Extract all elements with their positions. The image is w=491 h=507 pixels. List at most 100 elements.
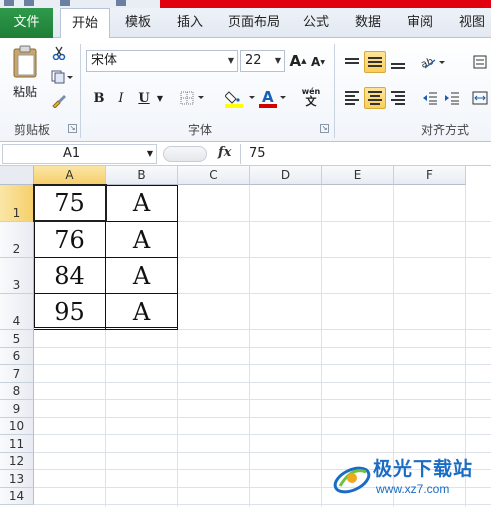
paint-bucket-icon bbox=[225, 91, 255, 108]
align-bottom-button[interactable] bbox=[388, 52, 408, 72]
borders-button[interactable] bbox=[178, 88, 208, 108]
column-header-f[interactable]: F bbox=[394, 166, 466, 185]
cell-b3[interactable]: A bbox=[106, 258, 178, 294]
tab-template[interactable]: 模板 bbox=[118, 8, 158, 38]
align-top-button[interactable] bbox=[342, 52, 362, 72]
column-header-b[interactable]: B bbox=[106, 166, 178, 185]
ribbon-home: 粘贴 剪贴板 ↘ 宋体 ▼ 22 ▼ A ▲ A ▼ B I U ▼ A wén… bbox=[0, 38, 491, 142]
align-center-button[interactable] bbox=[364, 87, 386, 109]
row-header-4[interactable]: 4 bbox=[0, 294, 34, 330]
font-group-label: 字体 bbox=[187, 123, 212, 137]
tab-view[interactable]: 视图 bbox=[452, 8, 491, 38]
cell-a4[interactable]: 95 bbox=[34, 294, 106, 330]
chevron-down-icon: ▼ bbox=[274, 56, 281, 65]
phonetic-button[interactable]: wén 文 bbox=[296, 84, 326, 110]
column-header-d[interactable]: D bbox=[250, 166, 322, 185]
watermark-title: 极光下载站 bbox=[373, 458, 474, 480]
cell-b4[interactable]: A bbox=[106, 294, 178, 330]
row-header-1[interactable]: 1 bbox=[0, 185, 34, 222]
row-gridline bbox=[34, 364, 491, 365]
row-header-2[interactable]: 2 bbox=[0, 222, 34, 258]
column-header-e[interactable]: E bbox=[322, 166, 394, 185]
align-left-button[interactable] bbox=[342, 88, 362, 108]
name-box[interactable]: A1 ▼ bbox=[2, 144, 157, 164]
paste-button[interactable]: 粘贴 bbox=[8, 42, 42, 102]
title-bar bbox=[0, 0, 491, 8]
row-header-6[interactable]: 6 bbox=[0, 348, 34, 365]
alignment-group-label: 对齐方式 bbox=[420, 123, 469, 137]
column-header-a[interactable]: A bbox=[34, 166, 106, 185]
fill-color-button[interactable] bbox=[224, 86, 258, 110]
formula-bar-splitter[interactable] bbox=[163, 146, 207, 162]
merge-center-button[interactable] bbox=[470, 88, 490, 108]
align-center-icon bbox=[368, 91, 382, 105]
cell-a3[interactable]: 84 bbox=[34, 258, 106, 294]
customize-icon[interactable] bbox=[116, 0, 126, 6]
clipboard-launcher-icon[interactable]: ↘ bbox=[68, 124, 77, 133]
row-header-3[interactable]: 3 bbox=[0, 258, 34, 294]
bold-button[interactable]: B bbox=[90, 88, 108, 108]
row-header-12[interactable]: 12 bbox=[0, 453, 34, 470]
align-middle-button[interactable] bbox=[364, 51, 386, 73]
indent-icon bbox=[445, 92, 459, 105]
align-right-button[interactable] bbox=[388, 88, 408, 108]
column-gridline bbox=[249, 185, 250, 507]
name-box-value: A1 bbox=[63, 146, 81, 161]
font-color-button[interactable]: A bbox=[258, 86, 288, 110]
align-right-icon bbox=[391, 91, 405, 105]
phonetic-char: 文 bbox=[305, 95, 317, 108]
row-header-11[interactable]: 11 bbox=[0, 435, 34, 453]
wrap-text-button[interactable] bbox=[470, 52, 490, 72]
align-left-icon bbox=[345, 91, 359, 105]
row-header-10[interactable]: 10 bbox=[0, 418, 34, 435]
copy-icon bbox=[51, 70, 73, 84]
watermark: 极光下载站 www.xz7.com bbox=[330, 452, 491, 504]
svg-text:A: A bbox=[262, 88, 274, 106]
grow-font-button[interactable]: A ▲ bbox=[289, 50, 307, 72]
chevron-down-icon: ▼ bbox=[227, 56, 234, 65]
redo-icon[interactable] bbox=[60, 0, 70, 6]
orientation-button[interactable]: ab bbox=[420, 52, 448, 72]
underline-button[interactable]: U bbox=[134, 88, 154, 108]
tab-home[interactable]: 开始 bbox=[60, 8, 110, 39]
row-header-9[interactable]: 9 bbox=[0, 400, 34, 418]
watermark-url: www.xz7.com bbox=[376, 482, 450, 496]
row-header-5[interactable]: 5 bbox=[0, 330, 34, 348]
cell-a2[interactable]: 76 bbox=[34, 222, 106, 258]
wrap-text-icon bbox=[473, 55, 487, 69]
row-header-7[interactable]: 7 bbox=[0, 365, 34, 383]
row-header-14[interactable]: 14 bbox=[0, 488, 34, 505]
formula-input[interactable]: 75 bbox=[240, 144, 491, 164]
column-header-c[interactable]: C bbox=[178, 166, 250, 185]
format-painter-button[interactable] bbox=[48, 92, 70, 110]
tab-file[interactable]: 文件 bbox=[0, 8, 53, 38]
copy-button[interactable] bbox=[48, 68, 76, 86]
font-color-icon: A bbox=[259, 88, 286, 108]
cell-b1[interactable]: A bbox=[106, 185, 178, 222]
select-all-button[interactable] bbox=[0, 166, 34, 185]
tab-formulas[interactable]: 公式 bbox=[296, 8, 336, 38]
increase-indent-button[interactable] bbox=[442, 88, 462, 108]
chevron-down-icon: ▼ bbox=[146, 149, 153, 158]
shrink-font-button[interactable]: A ▼ bbox=[309, 52, 327, 72]
cell-b2[interactable]: A bbox=[106, 222, 178, 258]
clipboard-icon bbox=[13, 45, 37, 77]
underline-dropdown-icon[interactable]: ▼ bbox=[155, 88, 165, 108]
font-size-select[interactable]: 22 ▼ bbox=[240, 50, 285, 72]
tab-data[interactable]: 数据 bbox=[348, 8, 388, 38]
save-icon[interactable] bbox=[4, 0, 14, 6]
tab-page-layout[interactable]: 页面布局 bbox=[222, 8, 286, 38]
group-separator bbox=[80, 44, 81, 138]
insert-function-button[interactable]: fx bbox=[218, 145, 231, 160]
font-launcher-icon[interactable]: ↘ bbox=[320, 124, 329, 133]
decrease-indent-button[interactable] bbox=[420, 88, 440, 108]
tab-insert[interactable]: 插入 bbox=[170, 8, 210, 38]
tab-review[interactable]: 审阅 bbox=[400, 8, 440, 38]
font-name-select[interactable]: 宋体 ▼ bbox=[86, 50, 238, 72]
align-bottom-icon bbox=[391, 63, 405, 69]
cut-button[interactable] bbox=[48, 44, 70, 62]
italic-button[interactable]: I bbox=[112, 88, 130, 108]
row-header-8[interactable]: 8 bbox=[0, 383, 34, 400]
undo-icon[interactable] bbox=[24, 0, 34, 6]
row-header-13[interactable]: 13 bbox=[0, 470, 34, 488]
